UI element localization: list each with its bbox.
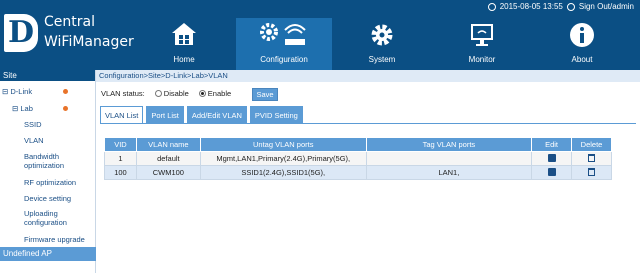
col-tag: Tag VLAN ports <box>365 137 533 152</box>
cell-vid: 100 <box>104 165 137 180</box>
logo: D Central WiFiManager <box>4 12 154 56</box>
cell-vid: 1 <box>104 151 137 166</box>
table-row: 1 default Mgmt,LAN1,Primary(2.4G),Primar… <box>104 151 612 166</box>
cell-name: default <box>135 151 201 166</box>
sidebar-item-vlan[interactable]: VLAN <box>24 136 44 145</box>
vlan-status-label: VLAN status: <box>101 89 145 98</box>
disable-label: Disable <box>163 89 189 98</box>
sidebar-item-bandwidth[interactable]: Bandwidth optimization <box>24 152 94 170</box>
tab-vlan-list[interactable]: VLAN List <box>100 106 144 124</box>
tab-port-list[interactable]: Port List <box>146 106 184 124</box>
table-header-row: VID VLAN name Untag VLAN ports Tag VLAN … <box>104 137 612 152</box>
cell-delete <box>571 165 612 180</box>
collapse-icon[interactable]: ⊟ <box>12 104 18 113</box>
breadcrumb: Configuration>Site>D-Link>Lab>VLAN <box>96 70 640 82</box>
app-header: 2015-08-05 13:55 Sign Out/admin D Centra… <box>0 0 640 70</box>
datetime: 2015-08-05 13:55 <box>499 2 563 11</box>
cell-tag: LAN1, <box>365 165 533 180</box>
info-icon <box>570 23 594 47</box>
sidebar-item-device[interactable]: Device setting <box>24 194 71 203</box>
sidebar-item-rf[interactable]: RF optimization <box>24 178 76 187</box>
enable-label: Enable <box>207 89 232 98</box>
sidebar-item-undefined-ap[interactable]: Undefined AP <box>0 247 96 261</box>
tab-divider <box>100 123 636 124</box>
disable-radio[interactable] <box>154 90 162 97</box>
nav-configuration[interactable]: Configuration <box>236 18 332 70</box>
col-vlan-name: VLAN name <box>135 137 201 152</box>
signout-link[interactable]: Sign Out/admin <box>579 2 634 11</box>
cell-name: CWM100 <box>135 165 201 180</box>
gear-icon <box>371 24 393 46</box>
logo-mark: D <box>4 14 38 52</box>
table-row: 100 CWM100 SSID1(2.4G),SSID1(5G), LAN1, <box>104 165 612 180</box>
logo-line2: WiFiManager <box>44 34 134 50</box>
cell-delete <box>571 151 612 166</box>
cell-tag <box>365 151 533 166</box>
status-dot-icon <box>63 89 68 94</box>
tab-add-edit-vlan[interactable]: Add/Edit VLAN <box>186 106 247 124</box>
sidebar-item-uploading[interactable]: Uploading configuration <box>24 209 94 227</box>
cell-edit <box>531 151 573 166</box>
col-untag: Untag VLAN ports <box>199 137 367 152</box>
sidebar-item-firmware[interactable]: Firmware upgrade <box>24 235 85 244</box>
save-button[interactable]: Save <box>252 88 278 101</box>
vlan-status-row: VLAN status: Disable Enable <box>101 89 231 98</box>
cell-untag: SSID1(2.4G),SSID1(5G), <box>199 165 367 180</box>
col-edit: Edit <box>531 137 573 152</box>
trash-icon[interactable] <box>588 153 595 162</box>
tab-pvid-setting[interactable]: PVID Setting <box>249 106 303 124</box>
sidebar: Site ⊟ D-Link ⊟ Lab SSID VLAN Bandwidth … <box>0 70 96 273</box>
sidebar-item-lab[interactable]: ⊟ Lab <box>12 104 33 113</box>
sidebar-item-dlink[interactable]: ⊟ D-Link <box>2 87 32 96</box>
collapse-icon[interactable]: ⊟ <box>2 87 8 96</box>
sidebar-header: Site <box>0 70 95 81</box>
tab-bar: VLAN List Port List Add/Edit VLAN PVID S… <box>100 106 306 124</box>
vlan-table: VID VLAN name Untag VLAN ports Tag VLAN … <box>104 137 612 180</box>
status-dot-icon <box>63 106 68 111</box>
trash-icon[interactable] <box>588 167 595 176</box>
col-vid: VID <box>104 137 137 152</box>
monitor-icon <box>471 24 493 46</box>
clock-icon <box>487 2 496 11</box>
gear-wifi-icon <box>260 23 306 45</box>
user-icon <box>566 2 575 11</box>
nav-monitor[interactable]: Monitor <box>434 18 530 70</box>
col-delete: Delete <box>571 137 612 152</box>
nav-about[interactable]: About <box>534 18 630 70</box>
enable-radio[interactable] <box>198 90 206 97</box>
top-bar: 2015-08-05 13:55 Sign Out/admin <box>487 2 634 11</box>
nav-system[interactable]: System <box>334 18 430 70</box>
logo-line1: Central <box>44 14 95 30</box>
cell-untag: Mgmt,LAN1,Primary(2.4G),Primary(5G), <box>199 151 367 166</box>
edit-icon[interactable] <box>547 167 556 176</box>
sidebar-item-ssid[interactable]: SSID <box>24 120 42 129</box>
edit-icon[interactable] <box>547 153 556 162</box>
cell-edit <box>531 165 573 180</box>
nav-home[interactable]: Home <box>136 18 232 70</box>
home-icon <box>172 23 196 45</box>
